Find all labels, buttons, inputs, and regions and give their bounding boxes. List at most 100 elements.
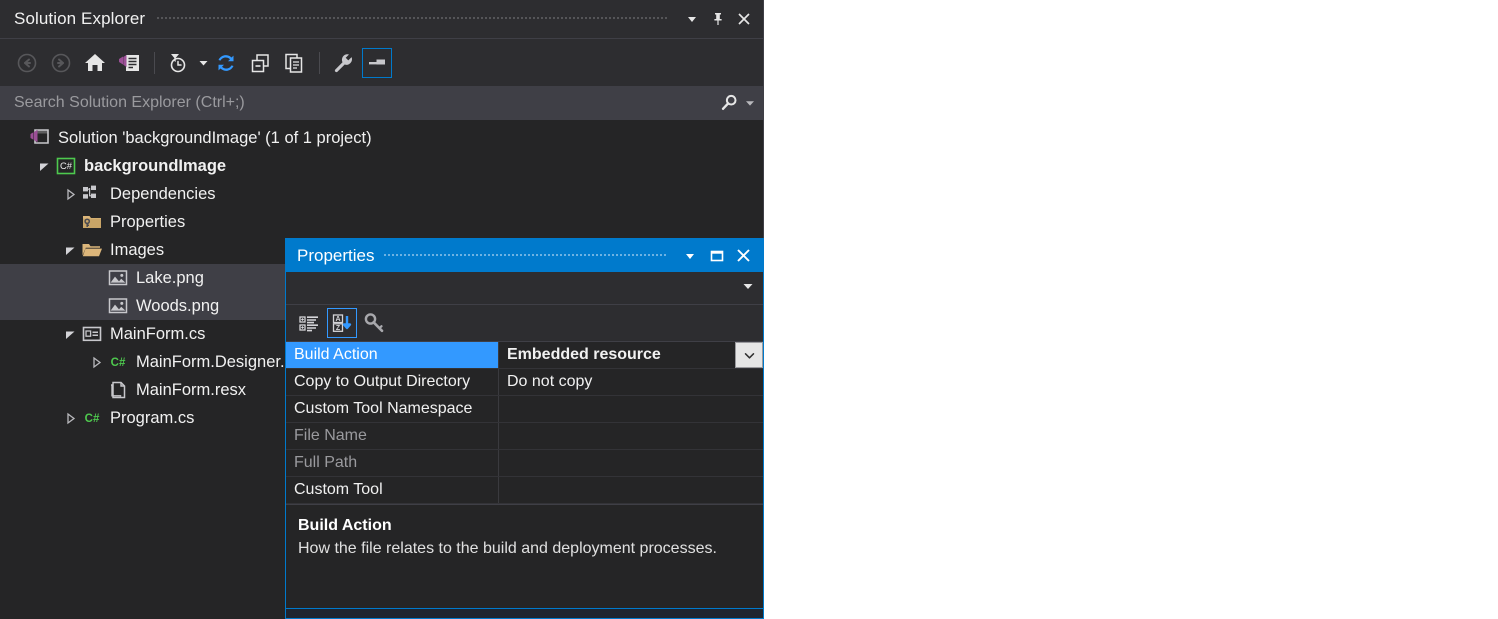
image-file-icon (106, 266, 130, 290)
properties-view-button[interactable] (360, 308, 390, 338)
toolbar-separator-2 (319, 51, 320, 74)
property-row[interactable]: File Name (286, 423, 763, 450)
property-row[interactable]: Custom Tool Namespace (286, 396, 763, 423)
twisty-placeholder (8, 124, 28, 152)
toolbar-separator-1 (154, 51, 155, 74)
close-icon[interactable] (730, 243, 757, 269)
property-row[interactable]: Full Path (286, 450, 763, 477)
preview-selected-items-button[interactable] (362, 47, 392, 78)
property-row[interactable]: Copy to Output Directory Do not copy (286, 369, 763, 396)
window-dropdown-icon[interactable] (676, 243, 703, 269)
svg-text:C#: C# (60, 160, 73, 171)
svg-text:Z: Z (336, 325, 341, 332)
csharp-file-icon: C# (80, 406, 104, 430)
svg-text:A: A (335, 316, 340, 323)
tree-item-properties[interactable]: Properties (0, 208, 763, 236)
home-button[interactable] (80, 48, 110, 78)
tree-item-label: Properties (110, 212, 186, 231)
property-row[interactable]: Custom Tool (286, 477, 763, 504)
tree-item-label: Dependencies (110, 184, 216, 203)
tree-item-dependencies[interactable]: Dependencies (0, 180, 763, 208)
property-value[interactable] (499, 477, 763, 503)
property-value-dropdown-button[interactable] (735, 342, 763, 368)
app-root: Solution Explorer Search Solution Explor… (0, 0, 1498, 619)
property-value[interactable]: Do not copy (499, 369, 763, 395)
chevron-collapsed-icon[interactable] (60, 180, 80, 208)
dependencies-icon (80, 182, 104, 206)
tree-item-solution-backgroundimage-1-of-1-project[interactable]: Solution 'backgroundImage' (1 of 1 proje… (0, 124, 763, 152)
titlebar-drag-grip[interactable] (157, 0, 667, 38)
refresh-button[interactable] (211, 48, 241, 78)
properties-folder-icon (80, 210, 104, 234)
tree-item-label: MainForm.cs (110, 324, 206, 343)
forward-button[interactable] (46, 48, 76, 78)
tree-item-backgroundimage[interactable]: C# backgroundImage (0, 152, 763, 180)
property-name[interactable]: Build Action (286, 342, 499, 368)
property-value[interactable] (499, 450, 763, 476)
tree-item-label: Images (110, 240, 165, 259)
chevron-expanded-icon[interactable] (60, 236, 80, 264)
tree-item-label: Woods.png (136, 296, 220, 315)
maximize-icon[interactable] (703, 243, 730, 269)
chevron-collapsed-icon[interactable] (60, 404, 80, 432)
property-value[interactable] (499, 396, 763, 422)
solution-icon (28, 126, 52, 150)
search-solution-explorer-container (0, 86, 763, 120)
property-grid: Build Action Embedded resource Copy to Out… (286, 341, 763, 504)
svg-text:C#: C# (111, 357, 126, 369)
window-dropdown-icon[interactable] (679, 5, 705, 33)
image-file-icon (106, 294, 130, 318)
property-description-pane: Build Action How the file relates to the… (286, 504, 763, 607)
solution-explorer-toolbar (0, 38, 763, 86)
properties-button[interactable] (328, 48, 358, 78)
tree-item-label: Solution 'backgroundImage' (1 of 1 proje… (58, 128, 372, 147)
resx-file-icon (106, 378, 130, 402)
properties-titlebar: Properties (286, 239, 763, 272)
alphabetical-view-button[interactable]: A Z (327, 308, 357, 338)
property-name[interactable]: Copy to Output Directory (286, 369, 499, 395)
search-input[interactable] (12, 93, 719, 113)
properties-drag-grip[interactable] (384, 239, 666, 272)
tree-item-label: MainForm.resx (136, 380, 247, 399)
twisty-placeholder (86, 376, 106, 404)
properties-window: Properties A Z Build Action Embedded res… (285, 238, 764, 619)
csharp-project-icon: C# (54, 154, 78, 178)
property-description-text: How the file relates to the build and de… (298, 540, 717, 557)
filter-dropdown-icon[interactable] (197, 48, 209, 78)
pending-changes-button[interactable] (114, 48, 144, 78)
chevron-down-icon[interactable] (742, 279, 754, 297)
properties-window-footer (286, 608, 763, 618)
search-options-chevron-down-icon[interactable] (745, 98, 755, 108)
property-name[interactable]: Custom Tool (286, 477, 499, 503)
collapse-all-button[interactable] (245, 48, 275, 78)
svg-text:C#: C# (85, 413, 100, 425)
tree-item-label: backgroundImage (84, 156, 227, 175)
solution-explorer-titlebar: Solution Explorer (0, 0, 763, 38)
chevron-expanded-icon[interactable] (34, 152, 54, 180)
property-value[interactable] (499, 423, 763, 449)
properties-object-selector[interactable] (286, 272, 763, 305)
twisty-placeholder (60, 208, 80, 236)
solution-explorer-title: Solution Explorer (14, 9, 146, 28)
show-all-files-button[interactable] (279, 48, 309, 78)
twisty-placeholder (86, 292, 106, 320)
tree-item-label: MainForm.Designer.cs (136, 352, 302, 371)
form-icon (80, 322, 104, 346)
pin-icon[interactable] (705, 5, 731, 33)
property-name[interactable]: File Name (286, 423, 499, 449)
categorized-view-button[interactable] (294, 308, 324, 338)
property-name[interactable]: Custom Tool Namespace (286, 396, 499, 422)
filter-button[interactable] (163, 48, 193, 78)
chevron-collapsed-icon[interactable] (86, 348, 106, 376)
chevron-expanded-icon[interactable] (60, 320, 80, 348)
property-description-title: Build Action (298, 517, 392, 534)
csharp-file-icon: C# (106, 350, 130, 374)
property-row[interactable]: Build Action Embedded resource (286, 342, 763, 369)
property-name[interactable]: Full Path (286, 450, 499, 476)
property-value[interactable]: Embedded resource (499, 342, 735, 368)
close-icon[interactable] (731, 5, 757, 33)
back-button[interactable] (12, 48, 42, 78)
properties-window-title: Properties (297, 245, 375, 265)
folder-open-icon (80, 238, 104, 262)
search-icon[interactable] (719, 93, 739, 113)
